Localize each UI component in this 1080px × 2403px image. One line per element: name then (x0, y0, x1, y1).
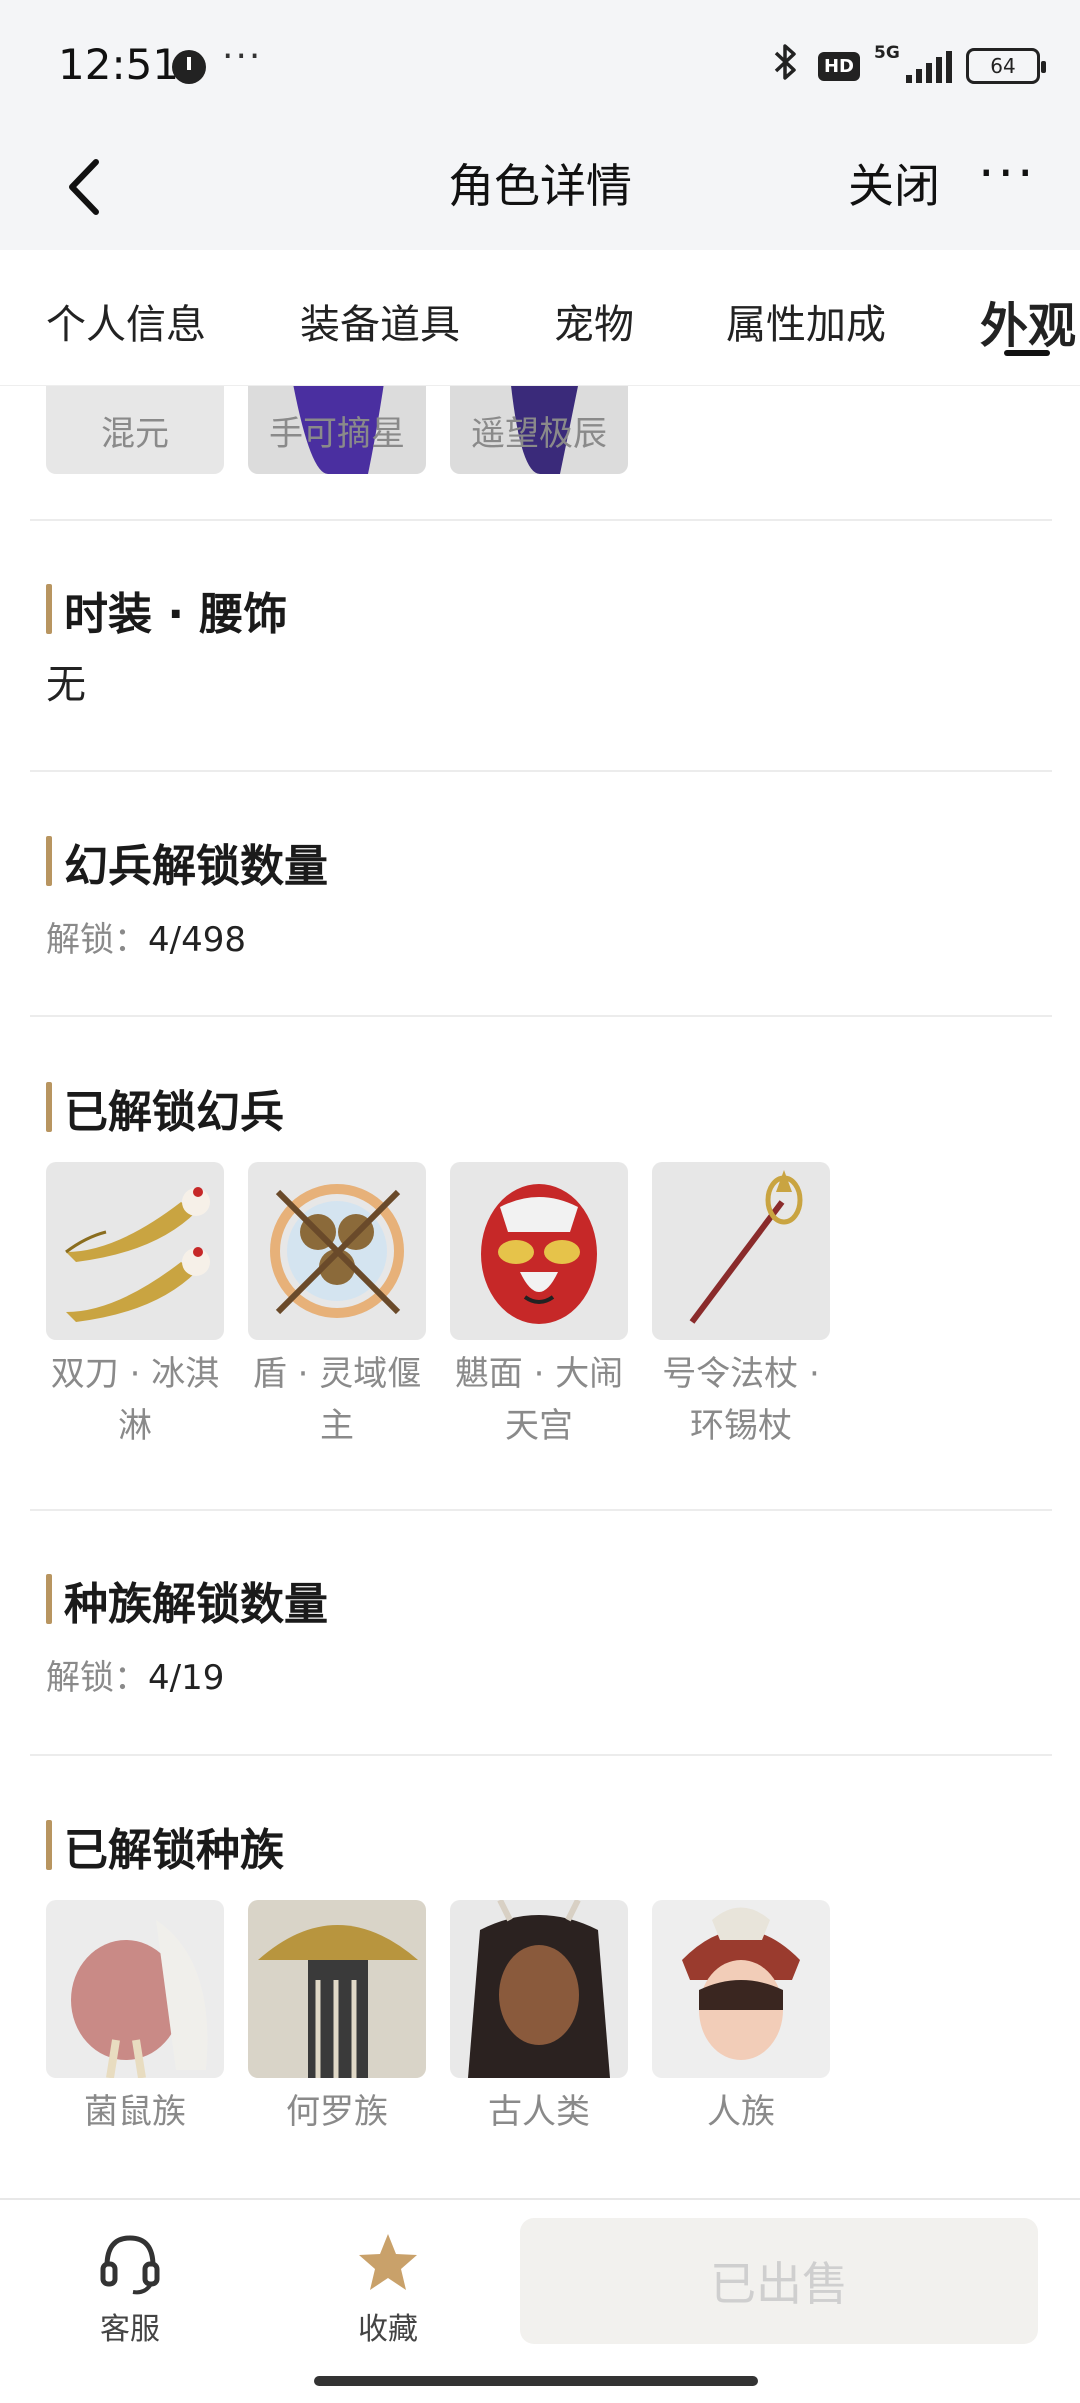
weapon-name-line2: 主 (320, 1406, 354, 1446)
race-name: 菌鼠族 (84, 2092, 186, 2132)
favorite-button[interactable]: 收藏 (318, 2228, 458, 2348)
status-more-icon: ··· (222, 36, 263, 77)
divider (30, 1015, 1052, 1017)
headset-icon (95, 2228, 165, 2298)
tab-pets[interactable]: 宠物 (554, 292, 634, 350)
tab-attributes[interactable]: 属性加成 (726, 292, 886, 350)
status-time: 12:51 (58, 40, 180, 89)
unlock-key: 解锁： (46, 1658, 148, 1698)
weapon-name-line2: 淋 (118, 1406, 152, 1446)
weapon-name: 号令法杖 · 环锡杖 (641, 1348, 841, 1452)
battery-level: 64 (990, 54, 1016, 78)
straw-hat-race-portrait[interactable] (248, 1900, 426, 2078)
divider (30, 1754, 1052, 1756)
waist-value: 无 (46, 662, 86, 708)
status-indicators: HD 5G 64 (768, 42, 1046, 91)
ancient-human-portrait[interactable] (450, 1900, 628, 2078)
star-icon (353, 2228, 423, 2298)
races-section-title: 已解锁种族 (46, 1814, 284, 1878)
unlock-key: 解锁： (46, 920, 148, 960)
network-type: 5G (874, 43, 900, 63)
home-indicator[interactable] (314, 2376, 758, 2386)
weapon-unlock-count: 解锁：4/498 (46, 912, 246, 961)
waist-section-title: 时装 · 腰饰 (46, 578, 287, 642)
staff-icon[interactable] (652, 1162, 830, 1340)
race-name: 人族 (707, 2092, 775, 2132)
clock-icon (172, 50, 206, 84)
race-name: 古人类 (488, 2092, 590, 2132)
sold-button[interactable]: 已出售 (520, 2218, 1038, 2344)
shield-spirit-icon[interactable] (248, 1162, 426, 1340)
divider (30, 770, 1052, 772)
weapon-name-line1: 盾 · 灵域偃 (252, 1354, 422, 1394)
human-race-portrait[interactable] (652, 1900, 830, 2078)
weapon-name: 盾 · 灵域偃 主 (237, 1348, 437, 1452)
weapon-name-line2: 天宫 (505, 1406, 573, 1446)
divider (30, 519, 1052, 521)
costume-name: 混元 (101, 414, 169, 454)
close-button[interactable]: 关闭 (848, 150, 940, 216)
customer-service-button[interactable]: 客服 (60, 2228, 200, 2348)
race-name: 何罗族 (286, 2092, 388, 2132)
weapon-name-line1: 魌面 · 大闹 (454, 1354, 624, 1394)
bluetooth-icon (768, 42, 804, 91)
unlock-value: 4/498 (148, 920, 246, 960)
weapon-count-title: 幻兵解锁数量 (46, 830, 328, 894)
race-count-title: 种族解锁数量 (46, 1568, 328, 1632)
signal-icon: 5G (874, 43, 952, 83)
unlock-value: 4/19 (148, 1658, 225, 1698)
hd-badge: HD (817, 51, 860, 81)
more-menu-icon[interactable]: ··· (978, 144, 1037, 204)
active-tab-indicator (1004, 350, 1050, 356)
tab-appearance[interactable]: 外观 (980, 286, 1076, 356)
divider (30, 1509, 1052, 1511)
weapon-name: 魌面 · 大闹 天宫 (439, 1348, 639, 1452)
nav-bar: 角色详情 关闭 ··· (0, 130, 1080, 250)
favorite-label: 收藏 (358, 2312, 418, 2347)
race-unlock-count: 解锁：4/19 (46, 1650, 224, 1699)
weapon-name-line2: 环锡杖 (690, 1406, 792, 1446)
weapons-section-title: 已解锁幻兵 (46, 1076, 284, 1140)
bottom-action-bar: 客服 收藏 已出售 (0, 2198, 1080, 2403)
customer-service-label: 客服 (100, 2312, 160, 2347)
monkey-mask-icon[interactable] (450, 1162, 628, 1340)
costume-name: 遥望极辰 (471, 414, 607, 454)
weapon-name: 双刀 · 冰淇 淋 (35, 1348, 235, 1452)
rat-race-portrait[interactable] (46, 1900, 224, 2078)
appearance-content: 混元 手可摘星 遥望极辰 时装 · 腰饰 无 幻兵解锁数量 解锁：4/498 已… (0, 386, 1080, 2198)
battery-icon: 64 (966, 48, 1046, 84)
twin-blades-icecream-icon[interactable] (46, 1162, 224, 1340)
tab-equipment[interactable]: 装备道具 (300, 292, 460, 350)
costume-name: 手可摘星 (269, 414, 405, 454)
tab-personal-info[interactable]: 个人信息 (46, 292, 206, 350)
status-bar: 12:51 ··· HD 5G 64 (0, 0, 1080, 130)
tab-bar: 个人信息 装备道具 宠物 属性加成 外观 (0, 250, 1080, 386)
weapon-name-line1: 号令法杖 · (662, 1354, 820, 1394)
weapon-name-line1: 双刀 · 冰淇 (50, 1354, 220, 1394)
